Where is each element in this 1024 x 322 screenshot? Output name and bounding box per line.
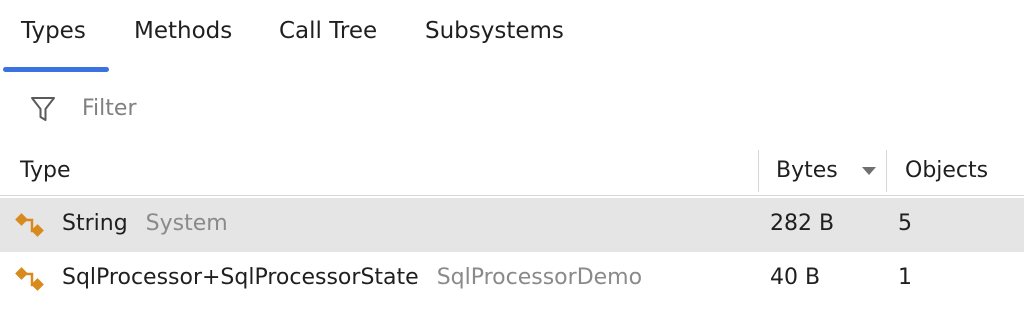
type-namespace: SqlProcessorDemo	[436, 265, 643, 290]
tab-bar: Types Methods Call Tree Subsystems	[0, 0, 1024, 74]
type-name-label: SqlProcessor+SqlProcessorState	[62, 265, 419, 290]
tab-call-tree[interactable]: Call Tree	[279, 18, 377, 48]
class-icon	[15, 213, 44, 237]
filter-bar	[0, 88, 1024, 130]
column-header-type[interactable]: Type	[20, 158, 71, 183]
tab-subsystems[interactable]: Subsystems	[425, 18, 564, 48]
tab-types[interactable]: Types	[21, 18, 86, 48]
column-header-objects[interactable]: Objects	[905, 158, 988, 183]
sort-descending-icon	[862, 167, 876, 175]
filter-input[interactable]	[72, 92, 572, 124]
class-icon	[15, 267, 44, 291]
tab-methods[interactable]: Methods	[134, 18, 232, 48]
table-row[interactable]: String System 282 B 5	[0, 198, 1024, 252]
type-name: SqlProcessor+SqlProcessorState SqlProcess…	[62, 265, 642, 290]
bytes-value: 282 B	[770, 211, 835, 236]
objects-value: 1	[898, 265, 912, 290]
table-header: Type Bytes Objects	[0, 146, 1024, 196]
table-row[interactable]: SqlProcessor+SqlProcessorState SqlProcess…	[0, 252, 1024, 306]
type-namespace: System	[145, 211, 228, 236]
column-divider[interactable]	[886, 150, 887, 192]
type-name-label: String	[62, 211, 128, 236]
objects-value: 5	[898, 211, 912, 236]
active-tab-indicator	[3, 67, 109, 72]
column-header-bytes[interactable]: Bytes	[776, 158, 838, 183]
type-name: String System	[62, 211, 228, 236]
bytes-value: 40 B	[770, 265, 821, 290]
column-divider[interactable]	[758, 150, 759, 192]
filter-icon[interactable]	[30, 95, 56, 123]
